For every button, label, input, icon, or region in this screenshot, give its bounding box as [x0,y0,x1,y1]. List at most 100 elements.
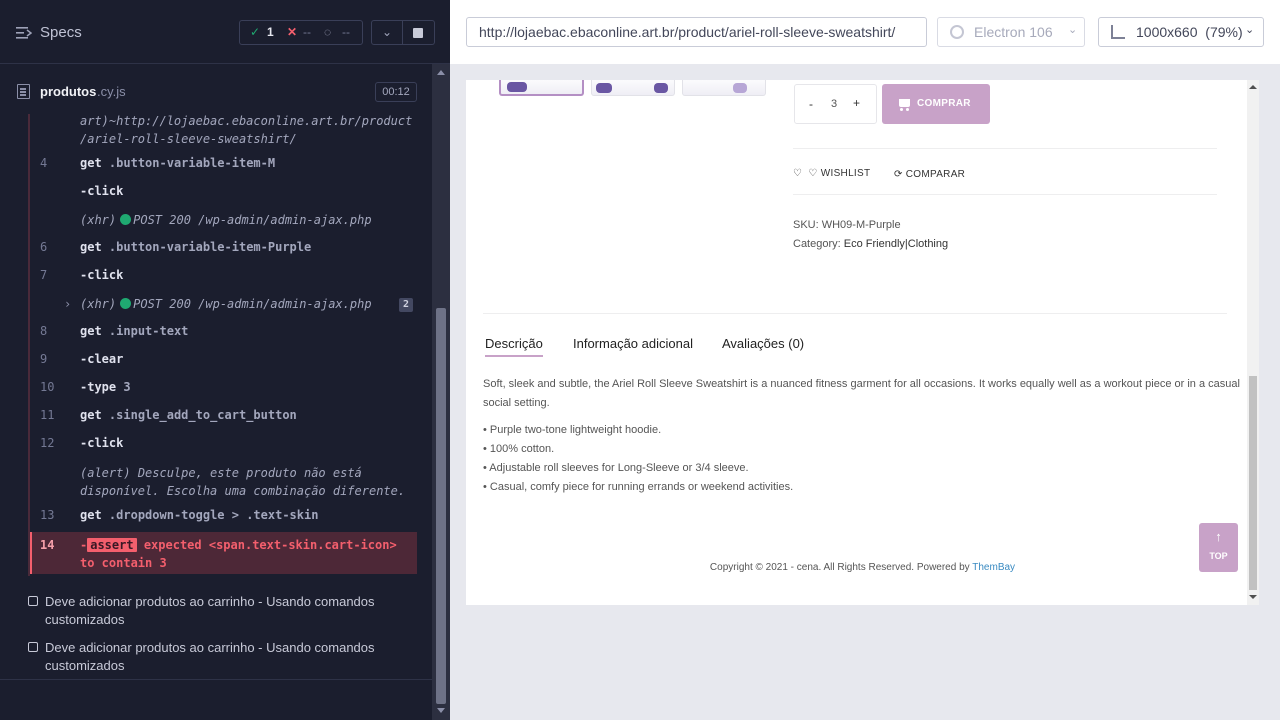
browser-name: Electron 106 [974,24,1053,40]
document-icon [17,84,30,99]
spec-file-header: produtos .cy.js 00:12 [0,76,432,108]
chevron-right-icon: › [64,297,72,311]
tab-reviews[interactable]: Avaliações (0) [722,336,804,351]
runner-header: Specs ✓ 1 ✕ -- ◌ -- ⌄ [0,0,450,64]
themebay-link[interactable]: ThemBay [972,562,1015,573]
error-indicator [30,532,32,574]
test-status-icon [28,642,38,652]
qty-decrease-button[interactable]: - [809,97,813,111]
test-status-icon [28,596,38,606]
spec-file-name[interactable]: produtos [40,84,96,99]
product-page-frame: - 3 + COMPRAR ♡ ♡ WISHLIST ⟳ COMPARAR SK… [466,80,1259,605]
command-number: 9 [40,352,48,366]
command-name: get .button-variable-item-Purple [80,240,312,254]
ruler-icon [1111,25,1125,39]
feature-bullet: • Adjustable roll sleeves for Long-Sleev… [483,462,749,474]
top-label: TOP [1209,551,1228,561]
wishlist-link[interactable]: ♡ ♡ WISHLIST [793,168,870,179]
assertion-text: - assert expected <span.text-skin.cart-ic… [80,538,397,570]
scroll-up-icon[interactable] [1249,85,1257,89]
command-number: 4 [40,156,48,170]
count-badge: 2 [399,298,413,312]
divider [0,679,432,680]
product-thumbnail[interactable] [591,80,675,96]
chevron-down-icon: ⌄ [381,25,393,39]
failed-assertion-row[interactable]: 14 - assert expected <span.text-skin.cart… [30,532,417,574]
stop-button[interactable] [403,20,435,45]
command-name: get .input-text [80,324,189,338]
check-icon: ✓ [250,25,261,39]
product-description: Soft, sleek and subtle, the Ariel Roll S… [483,378,1240,409]
product-thumbnail[interactable] [682,80,766,96]
sku-text: SKU: WH09-M-Purple [793,219,901,231]
page-scrollbar[interactable] [1247,80,1259,605]
passed-count: 1 [267,25,274,39]
chevron-down-icon: ⌄ [1245,24,1255,36]
scroll-up-icon[interactable] [437,70,445,75]
command-number: 12 [40,436,55,450]
expand-collapse-button[interactable]: ⌄ [371,20,403,45]
command-number: 6 [40,240,48,254]
back-to-top-button[interactable]: ↑ TOP [1199,523,1238,572]
scroll-down-icon[interactable] [437,708,445,713]
command-name: get .dropdown-toggle > .text-skin [80,508,319,522]
cart-icon [899,99,910,111]
chevron-down-icon: ⌄ [1068,24,1078,36]
category-link[interactable]: Eco Friendly|Clothing [844,238,948,250]
test-title: Deve adicionar produtos ao carrinho - Us… [45,640,375,673]
electron-icon [950,25,964,39]
command-number: 7 [40,268,48,282]
specs-label[interactable]: Specs [40,24,82,41]
command-number: 8 [40,324,48,338]
x-icon: ✕ [287,25,298,39]
scroll-down-icon[interactable] [1249,595,1257,599]
test-item[interactable]: Deve adicionar produtos ao carrinho - Us… [28,593,408,629]
scrollbar-thumb[interactable] [436,308,446,704]
status-dot-icon [120,214,132,225]
quantity-stepper[interactable]: - 3 + [794,84,877,124]
xhr-entry: (xhr) POST 200 /wp-admin/admin-ajax.php [80,297,372,311]
buy-label: COMPRAR [917,98,971,109]
command-log: art)~http://lojaebac.ebaconline.art.br/p… [0,114,432,578]
command-name: get .single_add_to_cart_button [80,408,297,422]
browser-selector[interactable]: Electron 106 ⌄ [937,17,1085,47]
arrow-up-icon: ↑ [1215,529,1222,544]
divider [793,148,1217,149]
scrollbar-thumb[interactable] [1249,376,1257,590]
test-status-strip [28,114,30,576]
command-number: 13 [40,508,55,522]
command-name: -click [80,184,124,198]
visit-url-text: art)~http://lojaebac.ebaconline.art.br/p… [80,114,413,146]
add-to-cart-button[interactable]: COMPRAR [882,84,990,124]
test-item[interactable]: Deve adicionar produtos ao carrinho - Us… [28,639,408,675]
feature-bullet: • Purple two-tone lightweight hoodie. [483,424,662,436]
viewport-selector[interactable]: 1000x660 (79%) ⌄ [1098,17,1264,47]
compare-link[interactable]: ⟳ COMPARAR [894,169,965,180]
alert-entry: (alert) Desculpe, este produto não está … [80,466,406,498]
command-name: -click [80,268,124,282]
pending-spinner-icon: ◌ [324,25,332,39]
tab-additional-info[interactable]: Informação adicional [573,336,693,351]
command-name: -click [80,436,124,450]
qty-increase-button[interactable]: + [853,96,860,110]
failed-count: -- [303,25,311,39]
product-thumbnail[interactable] [499,80,584,96]
category-text: Category: Eco Friendly|Clothing [793,238,949,250]
status-dot-icon [120,298,132,309]
aut-url-field[interactable]: http://lojaebac.ebaconline.art.br/produc… [466,17,927,47]
stop-icon [413,28,423,38]
pending-count: -- [342,25,350,39]
aut-header: http://lojaebac.ebaconline.art.br/produc… [450,0,1280,64]
command-log-scrollbar[interactable] [432,64,450,720]
cypress-runner-panel: Specs ✓ 1 ✕ -- ◌ -- ⌄ produtos .cy.js 00… [0,0,450,720]
tab-description[interactable]: Descrição [485,336,543,357]
command-number: 14 [40,538,55,552]
qty-input[interactable]: 3 [831,98,837,110]
spec-file-ext: .cy.js [97,84,126,99]
footer-copyright: Copyright © 2021 - cena. All Rights Rese… [709,562,1016,573]
viewport-size: 1000x660 (79%) [1136,24,1243,40]
specs-menu-icon[interactable] [16,26,32,40]
feature-bullet: • Casual, comfy piece for running errand… [483,481,794,493]
command-name: -type 3 [80,380,131,394]
test-title: Deve adicionar produtos ao carrinho - Us… [45,594,375,627]
